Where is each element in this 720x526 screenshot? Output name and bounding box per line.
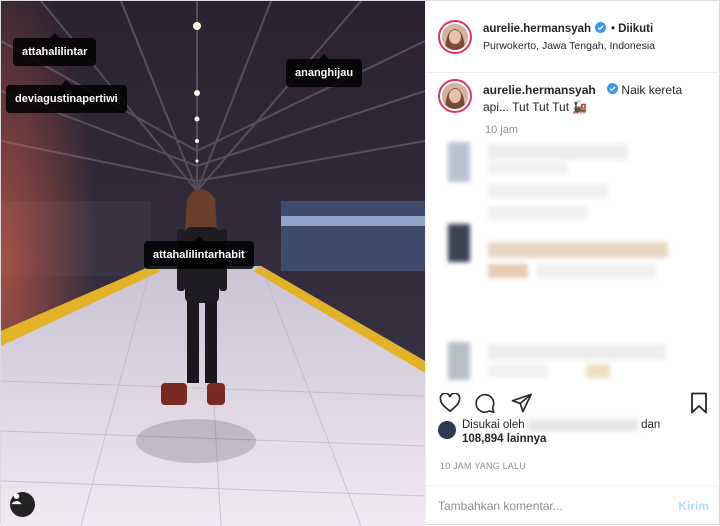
comment-icon[interactable] <box>474 393 496 419</box>
post-header: aurelie.hermansyah • Diikuti Purwokerto,… <box>426 1 720 73</box>
caption: aurelie.hermansyah Naik kereta api... Tu… <box>426 74 720 116</box>
likes-and: dan <box>641 419 661 432</box>
post-timestamp[interactable]: 10 JAM YANG LALU <box>440 461 526 471</box>
likes-prefix: Disukai oleh <box>462 419 525 432</box>
comment-form: Kirim <box>426 485 720 526</box>
likes-summary: Disukai oleh dan 108,894 lainnya <box>438 419 660 445</box>
location-link[interactable]: Purwokerto, Jawa Tengah, Indonesia <box>483 40 655 52</box>
avatar[interactable] <box>438 19 472 54</box>
post-sidebar: aurelie.hermansyah • Diikuti Purwokerto,… <box>425 1 720 526</box>
verified-badge-icon <box>607 82 619 99</box>
avatar-image <box>442 83 468 109</box>
heart-icon[interactable] <box>439 392 461 418</box>
avatar[interactable] <box>438 79 472 113</box>
separator-dot: • <box>611 22 616 35</box>
comment-input[interactable] <box>438 499 679 513</box>
photo-tag[interactable]: deviagustinapertiwi <box>6 80 127 113</box>
follow-status-button[interactable]: Diikuti <box>618 23 653 35</box>
post-photo[interactable]: attahalilintar deviagustinapertiwi anang… <box>1 1 425 526</box>
post-actions <box>426 389 720 417</box>
share-icon[interactable] <box>511 393 533 418</box>
avatar[interactable] <box>438 421 456 439</box>
avatar-image <box>442 23 468 50</box>
comments-section: aurelie.hermansyah Naik kereta api... Tu… <box>426 74 720 389</box>
obscured-liker <box>527 419 638 431</box>
post-comment-button[interactable]: Kirim <box>678 499 709 513</box>
photo-tag[interactable]: attahalilintarhabit <box>144 236 254 269</box>
caption-time: 10 jam <box>485 124 519 136</box>
post-dialog: attahalilintar deviagustinapertiwi anang… <box>0 0 720 526</box>
username-link[interactable]: aurelie.hermansyah <box>483 23 591 35</box>
user-tag-icon[interactable] <box>10 492 35 517</box>
verified-badge-icon <box>595 21 607 36</box>
caption-username-link[interactable]: aurelie.hermansyah <box>483 83 596 97</box>
user-tag-glyph <box>11 493 22 505</box>
likes-suffix[interactable]: lainnya <box>507 433 547 445</box>
photo-tag[interactable]: ananghijau <box>286 54 363 87</box>
bookmark-icon[interactable] <box>690 392 708 419</box>
likes-count[interactable]: 108,894 <box>462 433 504 445</box>
photo-tag[interactable]: attahalilintar <box>13 33 97 66</box>
